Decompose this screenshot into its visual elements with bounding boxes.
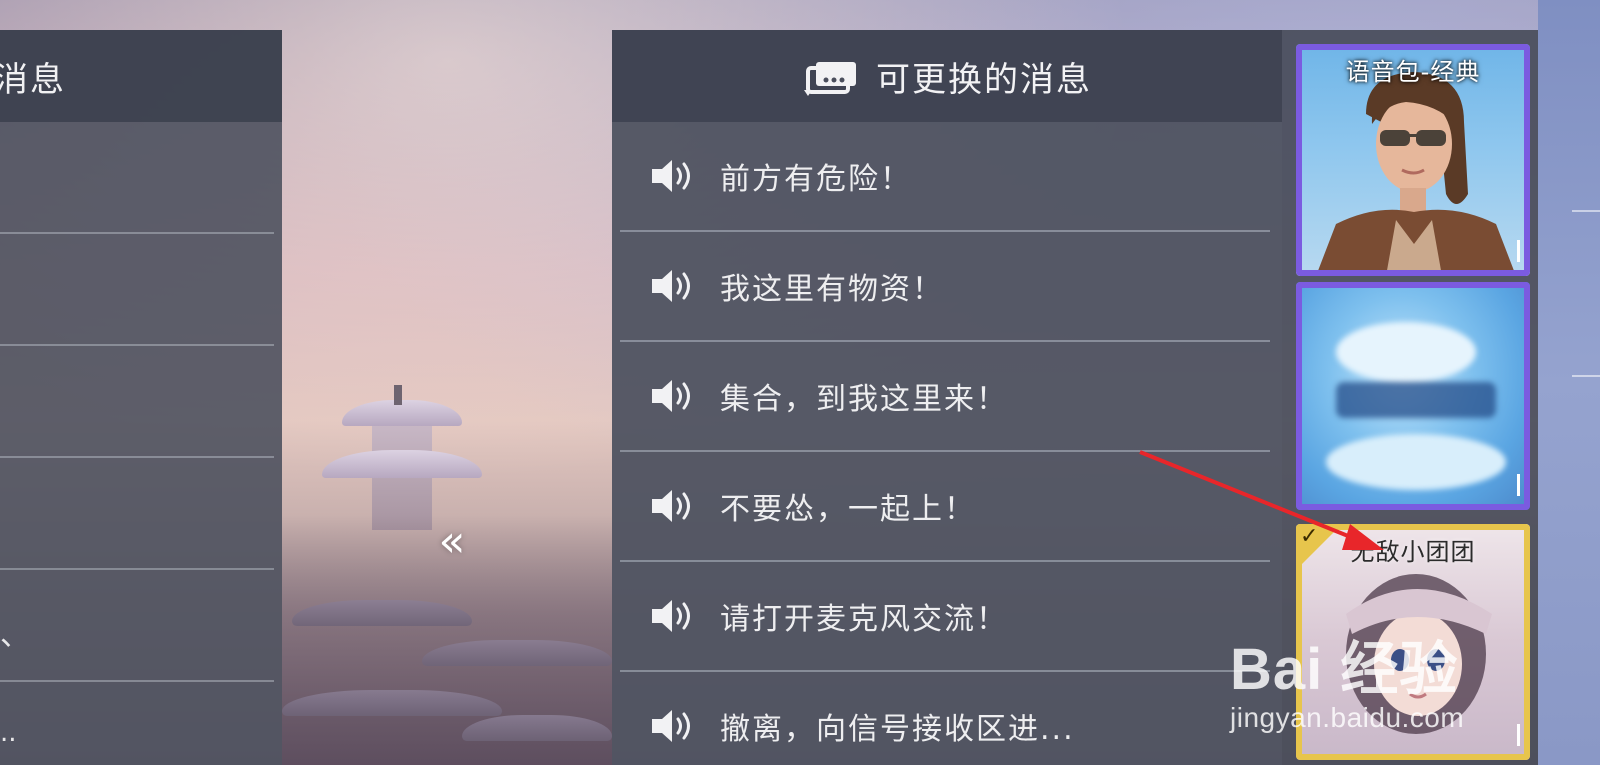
collapse-chevron-icon[interactable]: « [430, 520, 474, 564]
message-text: 前方有危险！ [720, 162, 912, 197]
voice-pack-card-blurred[interactable] [1296, 282, 1530, 510]
voice-pack-name: 语音包-经典 [1345, 58, 1481, 86]
current-message-slot[interactable] [0, 122, 274, 234]
speaker-icon [652, 600, 690, 632]
message-row[interactable]: 我这里有物资！ [620, 232, 1270, 342]
speaker-icon [652, 380, 690, 412]
selected-check-icon: ✓ [1296, 524, 1342, 570]
message-exchange-icon [804, 62, 856, 96]
blurred-pack-art [1326, 322, 1506, 490]
current-messages-panel: 消息 、 .. [0, 30, 282, 765]
speaker-icon [652, 160, 690, 192]
message-text: 集合，到我这里来！ [720, 382, 1008, 417]
message-text: 我这里有物资！ [720, 272, 944, 307]
replaceable-messages-title: 可更换的消息 [876, 59, 1092, 100]
message-text: 撤离，向信号接收区进... [720, 712, 1075, 747]
message-text: 不要怂，一起上！ [720, 492, 976, 527]
current-message-slot[interactable] [0, 346, 274, 458]
speaker-icon [652, 270, 690, 302]
message-row[interactable]: 请打开麦克风交流！ [620, 562, 1270, 672]
message-list: 前方有危险！ 我这里有物资！ 集合，到我这里来！ 不要怂，一起上！ 请打开麦克风交流！ 撤… [612, 122, 1282, 765]
background-scene [282, 0, 612, 765]
current-message-text: 、 [0, 618, 30, 653]
message-text: 请打开麦克风交流！ [720, 602, 1008, 637]
current-message-text: .. [0, 718, 17, 748]
voice-pack-list: 语音包-经典 无敌小团团 ✓ [1282, 30, 1538, 765]
voice-pack-card-selected[interactable]: 无敌小团团 ✓ [1296, 524, 1530, 760]
current-message-slot[interactable] [0, 458, 274, 570]
replaceable-messages-panel: 可更换的消息 前方有危险！ 我这里有物资！ 集合，到我这里来！ 不要怂，一起上！ 请打开… [612, 30, 1282, 765]
message-row[interactable]: 集合，到我这里来！ [620, 342, 1270, 452]
current-messages-title: 消息 [0, 59, 66, 100]
speaker-icon [652, 710, 690, 742]
right-edge-strip [1538, 0, 1600, 765]
message-row[interactable]: 撤离，向信号接收区进... [620, 672, 1270, 765]
speaker-icon [652, 490, 690, 522]
current-message-slot[interactable] [0, 234, 274, 346]
current-message-slot[interactable]: 、 [0, 570, 274, 682]
replaceable-messages-header: 可更换的消息 [612, 30, 1282, 122]
message-row[interactable]: 前方有危险！ [620, 122, 1270, 232]
current-messages-header: 消息 [0, 30, 282, 122]
message-row[interactable]: 不要怂，一起上！ [620, 452, 1270, 562]
game-screen: 消息 、 .. « 可更换的消息 前方有危险！ 我这里有物资！ 集合，到我这里来！ 不… [0, 0, 1600, 765]
voice-pack-card-classic[interactable]: 语音包-经典 [1296, 44, 1530, 276]
